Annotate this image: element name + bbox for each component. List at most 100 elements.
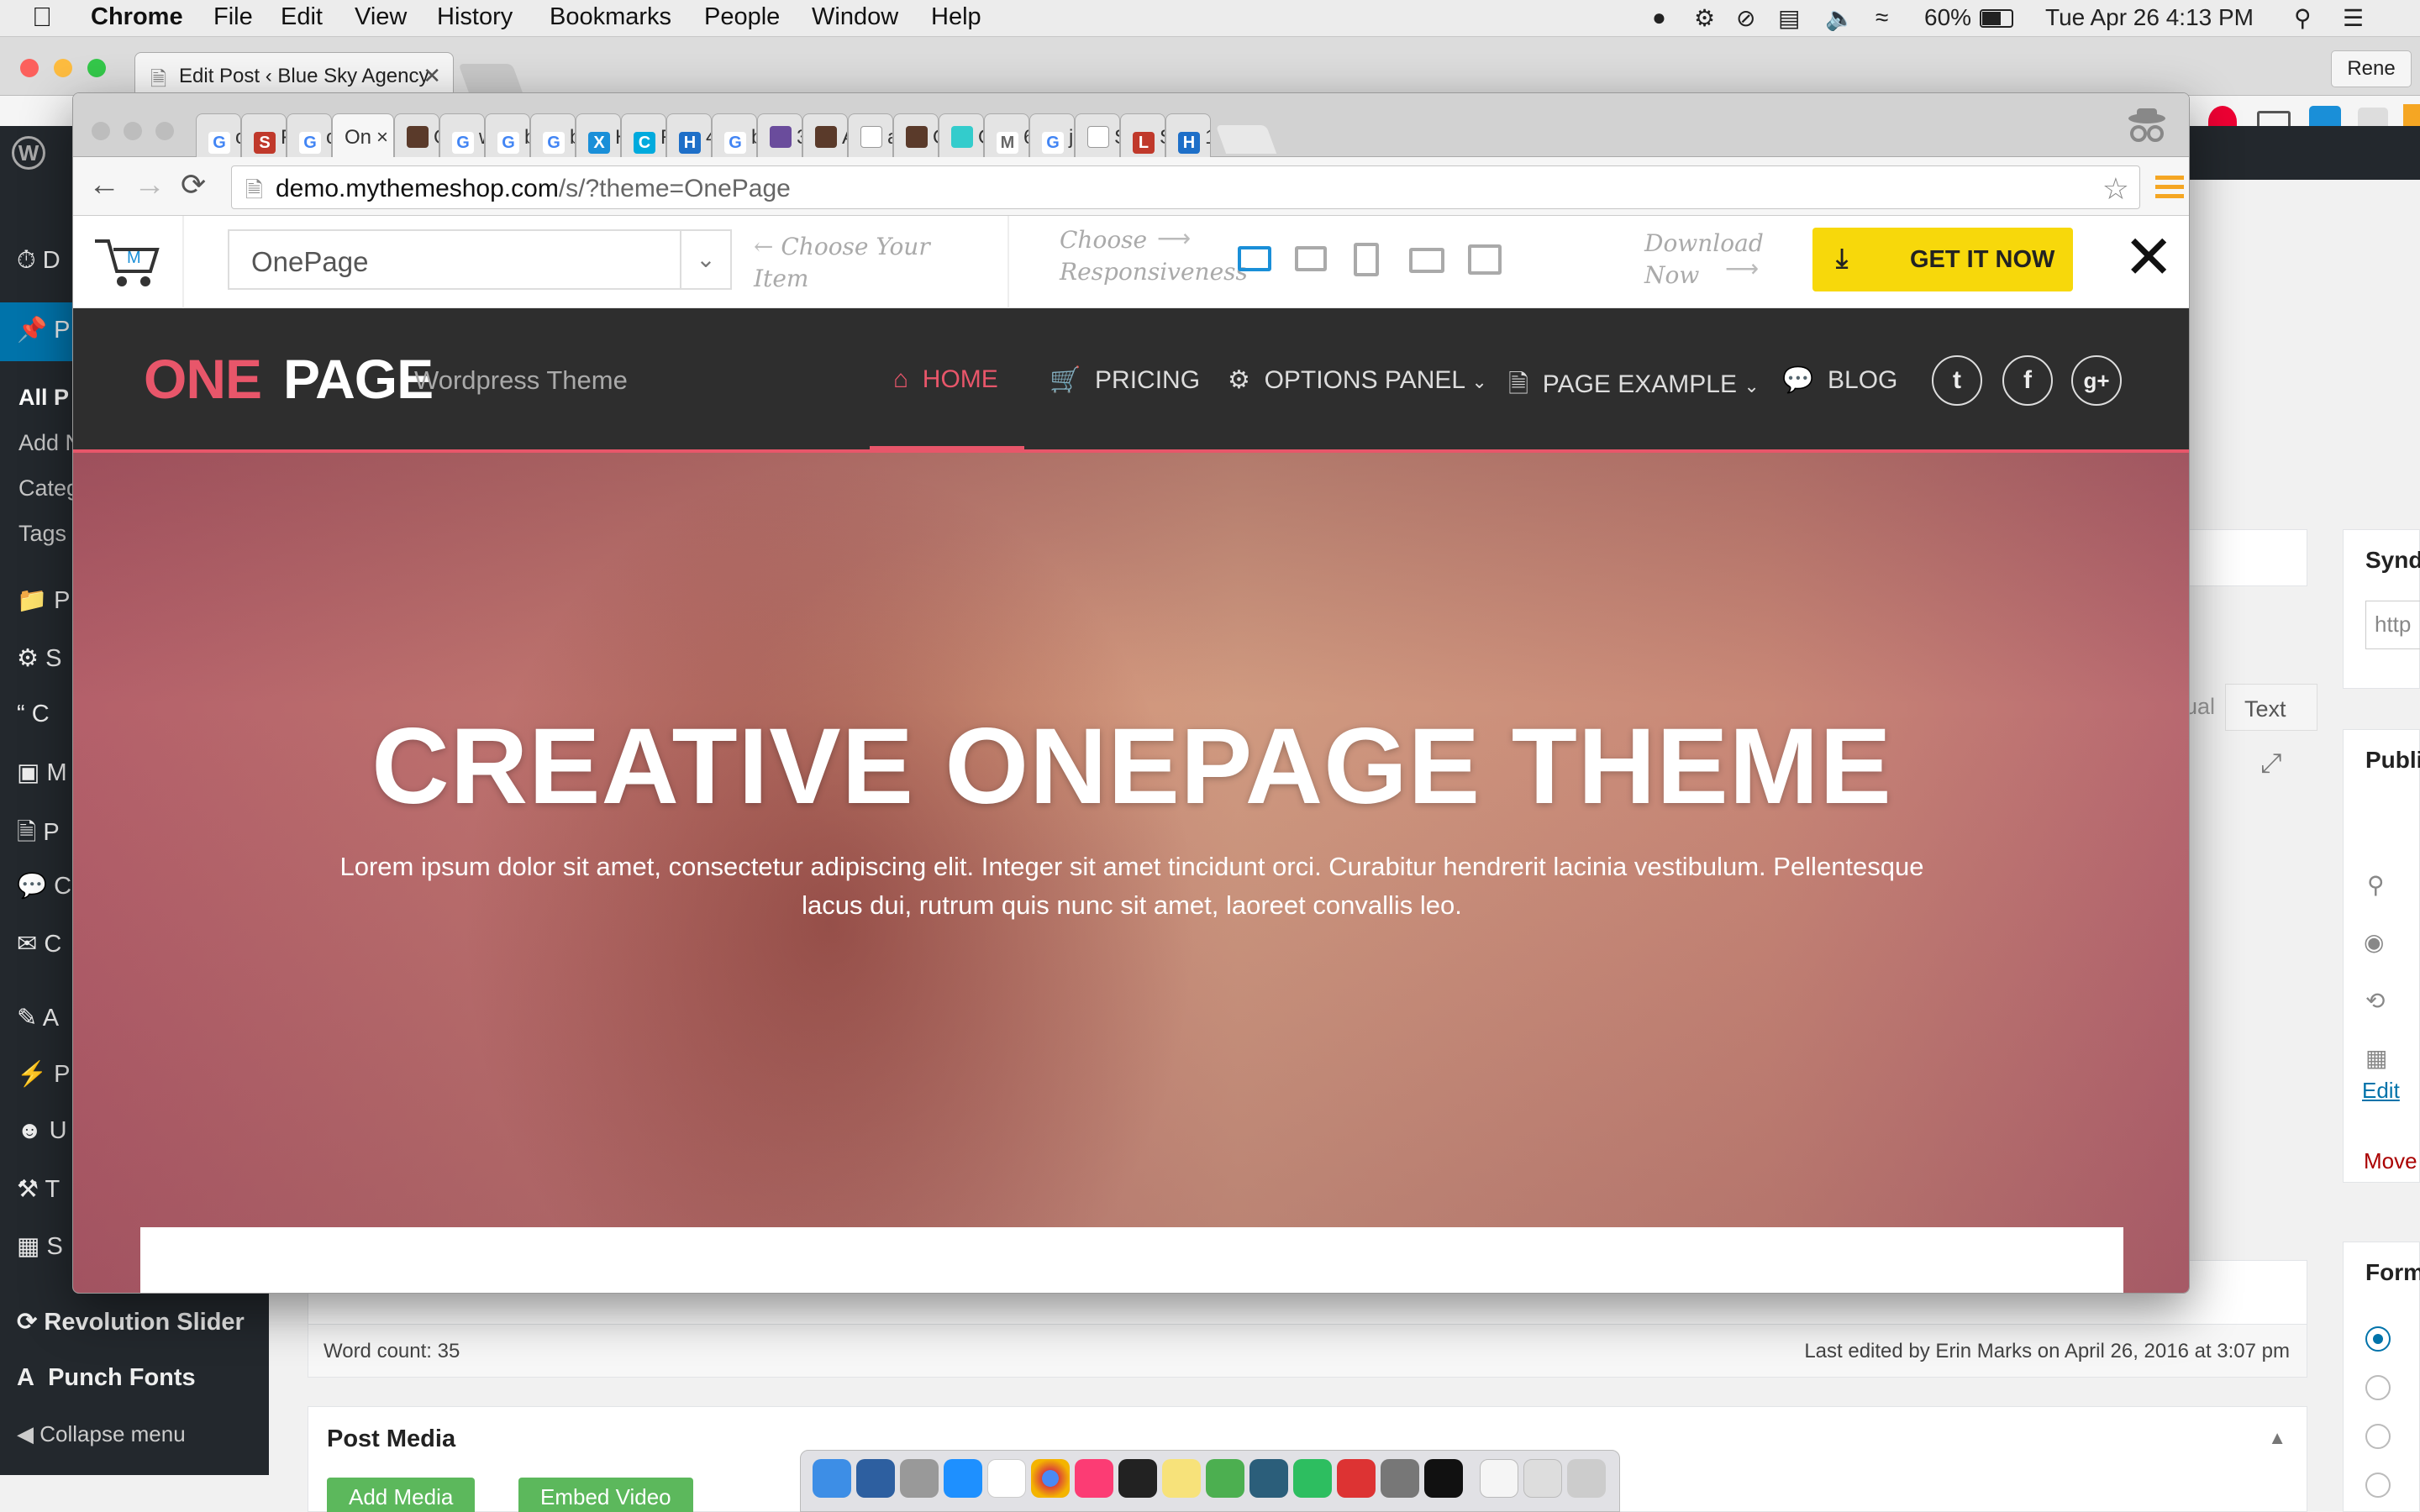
contact-icon[interactable]: ✉ C [17, 929, 61, 958]
logo-one[interactable]: ONE [144, 347, 262, 411]
browser-tab[interactable]: 30- [757, 113, 802, 157]
settings-icon[interactable]: ▦ S [17, 1231, 63, 1261]
battery-icon[interactable] [1980, 9, 2013, 28]
browser-tab[interactable]: Gwe [439, 113, 485, 157]
menu-bookmarks[interactable]: Bookmarks [550, 3, 671, 31]
collapse-menu-button[interactable]: ◀ Collapse menu [17, 1421, 186, 1447]
chrome-menu-icon[interactable] [2155, 172, 2184, 201]
browser-tab[interactable]: Sti [1075, 113, 1120, 157]
facebook-icon[interactable]: f [2002, 355, 2053, 406]
google-plus-icon[interactable]: g+ [2071, 355, 2122, 406]
fullscreen-icon[interactable]: ⤢ [2260, 748, 2282, 780]
bookmark-star-icon[interactable]: ☆ [2102, 171, 2129, 207]
activity-monitor-icon[interactable] [1424, 1459, 1463, 1498]
no-entry-status-icon[interactable]: ⊘ [1736, 4, 1755, 32]
wifi-icon[interactable]: ≈ [1876, 4, 1888, 31]
get-it-now-button[interactable]: ⤓ GET IT NOW [1812, 228, 2073, 291]
trash-icon[interactable] [1567, 1459, 1606, 1498]
notification-center-icon[interactable]: ☰ [2343, 4, 2364, 32]
finder-icon[interactable] [813, 1459, 851, 1498]
browser-tab[interactable]: Gblo [530, 113, 576, 157]
app-store-icon[interactable] [944, 1459, 982, 1498]
pages-icon[interactable]: 🗎 P [17, 815, 60, 856]
app-icon[interactable] [1206, 1459, 1244, 1498]
zoom-window-icon[interactable] [87, 59, 106, 77]
close-preview-icon[interactable]: ✕ [2123, 228, 2174, 288]
sidebar-item-punch-fonts[interactable]: A Punch Fonts [17, 1364, 196, 1392]
new-tab-button[interactable] [1215, 125, 1277, 154]
phone-view-icon[interactable] [1468, 244, 1502, 275]
logo-page[interactable]: PAGE [283, 347, 434, 411]
close-window-icon[interactable] [92, 122, 110, 140]
tablet-portrait-view-icon[interactable] [1354, 243, 1379, 276]
minimize-window-icon[interactable] [124, 122, 142, 140]
clock[interactable]: Tue Apr 26 4:13 PM [2045, 4, 2254, 31]
zoom-window-icon[interactable] [155, 122, 174, 140]
media-icon[interactable]: ▣ M [17, 758, 67, 787]
battery-percent[interactable]: 60% [1924, 4, 1971, 31]
new-tab-button[interactable] [458, 64, 523, 94]
submenu-all-posts[interactable]: All P [18, 385, 69, 411]
forward-arrow-icon[interactable]: → [134, 167, 166, 203]
url-input[interactable]: http [2365, 601, 2420, 649]
browser-tab[interactable]: On × [332, 113, 394, 157]
quote-icon[interactable]: “ C [17, 701, 50, 728]
system-preferences-icon[interactable] [1381, 1459, 1419, 1498]
nav-home[interactable]: ⌂ HOME [893, 365, 998, 394]
close-tab-icon[interactable]: ✕ [423, 63, 441, 89]
browser-tab[interactable]: Oc [893, 113, 939, 157]
itunes-icon[interactable] [1075, 1459, 1113, 1498]
downloads-icon[interactable] [1523, 1459, 1562, 1498]
menu-history[interactable]: History [437, 3, 513, 31]
browser-tab[interactable]: aze [848, 113, 893, 157]
format-radio[interactable] [2365, 1326, 2391, 1352]
format-radio[interactable] [2365, 1424, 2391, 1449]
document-icon[interactable] [1480, 1459, 1518, 1498]
browser-tab[interactable]: H40 [666, 113, 712, 157]
sidebar-item-revolution-slider[interactable]: ⟳ Revolution Slider [17, 1307, 245, 1336]
team-icon[interactable]: ⚙ S [17, 643, 61, 673]
browser-tab[interactable]: Gone [196, 113, 241, 157]
add-media-button[interactable]: Add Media [327, 1478, 476, 1512]
submenu-tags[interactable]: Tags [18, 521, 66, 547]
browser-tab[interactable]: Gblo [485, 113, 530, 157]
excel-icon[interactable] [856, 1459, 895, 1498]
menu-view[interactable]: View [355, 3, 407, 31]
plugins-icon[interactable]: ⚡ P [17, 1060, 71, 1089]
nav-pricing[interactable]: 🛒 PRICING [1050, 365, 1200, 395]
tab-text[interactable]: Text [2225, 684, 2317, 731]
appearance-icon[interactable]: ✎ A [17, 1003, 59, 1032]
browser-tab[interactable]: S Fre [241, 113, 287, 157]
menu-file[interactable]: File [213, 3, 253, 31]
nav-options-panel[interactable]: ⚙ OPTIONS PANEL ⌄ [1228, 365, 1487, 395]
browser-tab[interactable]: CRe [621, 113, 666, 157]
app-icon[interactable] [1337, 1459, 1376, 1498]
sync-status-icon[interactable]: ⚙ [1694, 4, 1715, 32]
theme-select[interactable]: OnePage ⌄ [228, 229, 732, 290]
portfolio-icon[interactable]: 📁 P [17, 586, 71, 615]
display-status-icon[interactable]: ▤ [1778, 4, 1800, 32]
format-radio[interactable] [2365, 1375, 2391, 1400]
apple-menu-icon[interactable]:  [32, 2, 52, 33]
nav-page-example[interactable]: 🗎 PAGE EXAMPLE ⌄ [1508, 365, 1760, 408]
comments-icon[interactable]: 💬 C [17, 872, 71, 900]
dashboard-icon[interactable]: ⏱ D [17, 247, 60, 275]
tab-edit-post[interactable]: 🗎 Edit Post ‹ Blue Sky Agency ✕ [134, 52, 454, 96]
edit-date-link[interactable]: Edit [2362, 1078, 2400, 1104]
launchpad-icon[interactable] [900, 1459, 939, 1498]
spotlight-search-icon[interactable]: ⚲ [2294, 4, 2312, 32]
users-icon[interactable]: ☻ U [17, 1117, 67, 1145]
browser-tab[interactable]: XHT [576, 113, 621, 157]
menu-window[interactable]: Window [812, 3, 898, 31]
menu-help[interactable]: Help [931, 3, 981, 31]
profile-button[interactable]: Rene [2331, 50, 2412, 87]
desktop-view-icon[interactable] [1238, 246, 1271, 271]
reload-icon[interactable]: ⟳ [181, 167, 206, 202]
laptop-view-icon[interactable] [1295, 246, 1327, 271]
twitter-icon[interactable]: t [1932, 355, 1982, 406]
menu-edit[interactable]: Edit [281, 3, 323, 31]
embed-video-button[interactable]: Embed Video [518, 1478, 693, 1512]
menu-people[interactable]: People [704, 3, 780, 31]
back-arrow-icon[interactable]: ← [88, 167, 120, 203]
menu-app-name[interactable]: Chrome [91, 3, 183, 31]
